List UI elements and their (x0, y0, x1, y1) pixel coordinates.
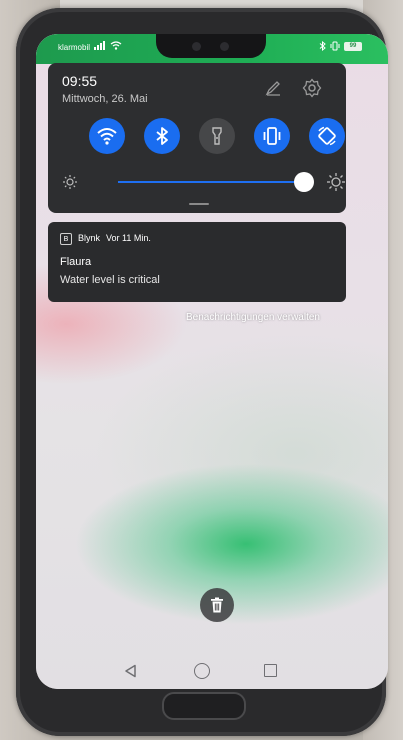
recent-apps-icon[interactable] (264, 664, 277, 677)
wifi-status-icon (110, 41, 122, 50)
navigation-bar (36, 656, 388, 686)
auto-rotate-icon (318, 126, 336, 146)
status-right-icons: 99 (319, 41, 362, 51)
front-sensor (220, 42, 229, 51)
back-icon[interactable] (124, 664, 138, 678)
notification-title: Flaura (60, 256, 92, 268)
date-label: Mittwoch, 26. Mai (62, 93, 148, 105)
quick-settings-panel: 09:55 Mittwoch, 26. Mai (48, 63, 346, 213)
vibrate-icon (263, 127, 281, 145)
carrier-label: klarmobil (58, 43, 91, 52)
wifi-toggle[interactable] (89, 118, 125, 154)
camera-notch (156, 34, 266, 58)
notification-text: Water level is critical (60, 274, 160, 286)
vibrate-status-icon (330, 41, 340, 51)
manage-notifications-link[interactable]: Benachrichtigungen verwalten (186, 312, 320, 323)
panel-drag-handle[interactable] (189, 203, 209, 205)
flashlight-icon (212, 127, 222, 145)
trash-icon (211, 597, 223, 613)
signal-icon (94, 41, 105, 50)
notification-time: Vor 11 Min. (106, 233, 151, 243)
clear-notifications-button[interactable] (200, 588, 234, 622)
bluetooth-status-icon (319, 41, 326, 51)
auto-rotate-toggle[interactable] (309, 118, 345, 154)
brightness-track (118, 181, 294, 183)
phone-screen: klarmobil 99 09:55 Mittwoch, 26. Mai B B… (36, 34, 388, 689)
vibrate-toggle[interactable] (254, 118, 290, 154)
battery-indicator: 99 (344, 41, 362, 51)
clock: 09:55 (62, 73, 98, 89)
brightness-slider[interactable] (62, 171, 345, 193)
edit-icon[interactable] (264, 79, 282, 97)
fingerprint-sensor (162, 692, 246, 720)
wifi-icon (97, 128, 117, 145)
brightness-thumb[interactable] (294, 172, 314, 192)
brightness-low-icon (63, 175, 77, 189)
bluetooth-toggle[interactable] (144, 118, 180, 154)
notification-app-name: Blynk (78, 233, 101, 243)
notification-card[interactable]: B Blynk Vor 11 Min. Flaura Water level i… (48, 222, 346, 302)
settings-gear-icon[interactable] (302, 78, 322, 98)
home-icon[interactable] (194, 663, 210, 679)
flashlight-toggle[interactable] (199, 118, 235, 154)
blynk-app-icon: B (60, 233, 72, 245)
phone-body: klarmobil 99 09:55 Mittwoch, 26. Mai B B… (16, 8, 388, 736)
bluetooth-icon (156, 127, 168, 145)
brightness-high-icon (327, 173, 345, 191)
front-camera (192, 42, 201, 51)
